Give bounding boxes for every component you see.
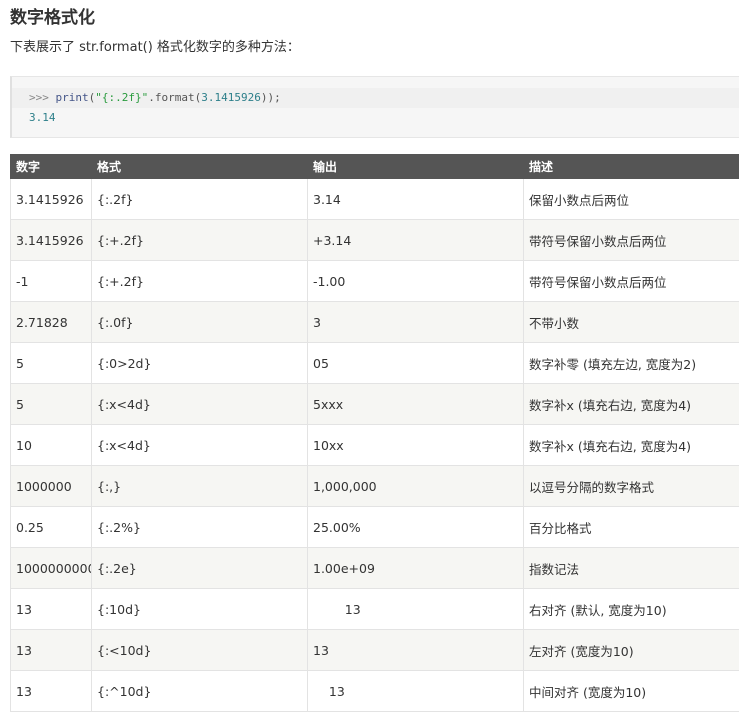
cell-format: {:+.2f} xyxy=(91,260,308,302)
code-close: )); xyxy=(260,91,281,104)
cell-description: 数字补x (填充右边, 宽度为4) xyxy=(523,424,739,466)
code-method: .format( xyxy=(148,91,202,104)
intro-text: 下表展示了 str.format() 格式化数字的多种方法： xyxy=(10,40,300,55)
cell-description: 带符号保留小数点后两位 xyxy=(523,260,739,302)
cell-output: 3 xyxy=(307,301,524,343)
cell-output: 3.14 xyxy=(307,178,524,220)
cell-format: {:x<4d} xyxy=(91,424,308,466)
table-row: 1000000000 {:.2e} 1.00e+09 指数记法 xyxy=(10,547,739,589)
cell-number: 5 xyxy=(10,383,92,425)
cell-number: 3.1415926 xyxy=(10,178,92,220)
cell-number: 3.1415926 xyxy=(10,219,92,261)
table-row: 5 {:0>2d} 05 数字补零 (填充左边, 宽度为2) xyxy=(10,342,739,384)
code-function: print xyxy=(55,91,89,104)
cell-number: 1000000 xyxy=(10,465,92,507)
cell-format: {:<10d} xyxy=(91,629,308,671)
table-row: 10 {:x<4d} 10xx 数字补x (填充右边, 宽度为4) xyxy=(10,424,739,466)
cell-number: 13 xyxy=(10,588,92,630)
table-row: 2.71828 {:.0f} 3 不带小数 xyxy=(10,301,739,343)
cell-output: 1.00e+09 xyxy=(307,547,524,589)
cell-output: -1.00 xyxy=(307,260,524,302)
cell-number: 5 xyxy=(10,342,92,384)
cell-format: {:x<4d} xyxy=(91,383,308,425)
cell-format: {:.2%} xyxy=(91,506,308,548)
table-row: 0.25 {:.2%} 25.00% 百分比格式 xyxy=(10,506,739,548)
cell-description: 百分比格式 xyxy=(523,506,739,548)
cell-description: 中间对齐 (宽度为10) xyxy=(523,670,739,712)
cell-description: 指数记法 xyxy=(523,547,739,589)
cell-output: 1,000,000 xyxy=(307,465,524,507)
cell-output: 13 xyxy=(307,588,524,630)
cell-output: 5xxx xyxy=(307,383,524,425)
table-body: 3.1415926 {:.2f} 3.14 保留小数点后两位 3.1415926 {:+.… xyxy=(10,178,739,712)
cell-format: {:.2e} xyxy=(91,547,308,589)
cell-description: 不带小数 xyxy=(523,301,739,343)
cell-description: 保留小数点后两位 xyxy=(523,178,739,220)
cell-output: 05 xyxy=(307,342,524,384)
cell-output: +3.14 xyxy=(307,219,524,261)
code-output: 3.14 xyxy=(29,111,56,124)
code-line-output: 3.14 xyxy=(12,108,739,128)
cell-format: {:^10d} xyxy=(91,670,308,712)
table-row: 13 {:<10d} 13 左对齐 (宽度为10) xyxy=(10,629,739,671)
cell-number: 0.25 xyxy=(10,506,92,548)
cell-description: 带符号保留小数点后两位 xyxy=(523,219,739,261)
table-row: 3.1415926 {:+.2f} +3.14 带符号保留小数点后两位 xyxy=(10,219,739,261)
section-heading: 数字格式化 xyxy=(10,8,95,28)
table-row: -1 {:+.2f} -1.00 带符号保留小数点后两位 xyxy=(10,260,739,302)
cell-description: 数字补x (填充右边, 宽度为4) xyxy=(523,383,739,425)
header-number: 数字 xyxy=(10,154,92,179)
cell-number: 2.71828 xyxy=(10,301,92,343)
cell-number: 13 xyxy=(10,629,92,671)
cell-number: 13 xyxy=(10,670,92,712)
cell-number: -1 xyxy=(10,260,92,302)
header-description: 描述 xyxy=(523,154,739,179)
cell-description: 右对齐 (默认, 宽度为10) xyxy=(523,588,739,630)
cell-format: {:10d} xyxy=(91,588,308,630)
number-format-table: 数字 格式 输出 描述 3.1415926 {:.2f} 3.14 保留小数点后两位 3… xyxy=(10,154,739,712)
cell-format: {:.2f} xyxy=(91,178,308,220)
table-row: 13 {:10d} 13 右对齐 (默认, 宽度为10) xyxy=(10,588,739,630)
code-prompt: >>> xyxy=(29,91,56,104)
cell-format: {:+.2f} xyxy=(91,219,308,261)
cell-output: 25.00% xyxy=(307,506,524,548)
code-argument: 3.1415926 xyxy=(201,91,261,104)
cell-format: {:.0f} xyxy=(91,301,308,343)
table-row: 1000000 {:,} 1,000,000 以逗号分隔的数字格式 xyxy=(10,465,739,507)
cell-format: {:0>2d} xyxy=(91,342,308,384)
header-output: 输出 xyxy=(307,154,524,179)
table-row: 13 {:^10d} 13 中间对齐 (宽度为10) xyxy=(10,670,739,712)
cell-number: 1000000000 xyxy=(10,547,92,589)
code-string: "{:.2f}" xyxy=(95,91,149,104)
header-format: 格式 xyxy=(91,154,308,179)
code-line-input: >>> print("{:.2f}".format(3.1415926)); xyxy=(12,88,739,108)
code-block: >>> print("{:.2f}".format(3.1415926)); 3… xyxy=(10,76,739,138)
cell-output: 13 xyxy=(307,629,524,671)
cell-output: 13 xyxy=(307,670,524,712)
cell-format: {:,} xyxy=(91,465,308,507)
cell-output: 10xx xyxy=(307,424,524,466)
table-row: 5 {:x<4d} 5xxx 数字补x (填充右边, 宽度为4) xyxy=(10,383,739,425)
table-header-row: 数字 格式 输出 描述 xyxy=(10,154,739,179)
cell-description: 左对齐 (宽度为10) xyxy=(523,629,739,671)
cell-number: 10 xyxy=(10,424,92,466)
cell-description: 数字补零 (填充左边, 宽度为2) xyxy=(523,342,739,384)
cell-description: 以逗号分隔的数字格式 xyxy=(523,465,739,507)
table-row: 3.1415926 {:.2f} 3.14 保留小数点后两位 xyxy=(10,178,739,220)
